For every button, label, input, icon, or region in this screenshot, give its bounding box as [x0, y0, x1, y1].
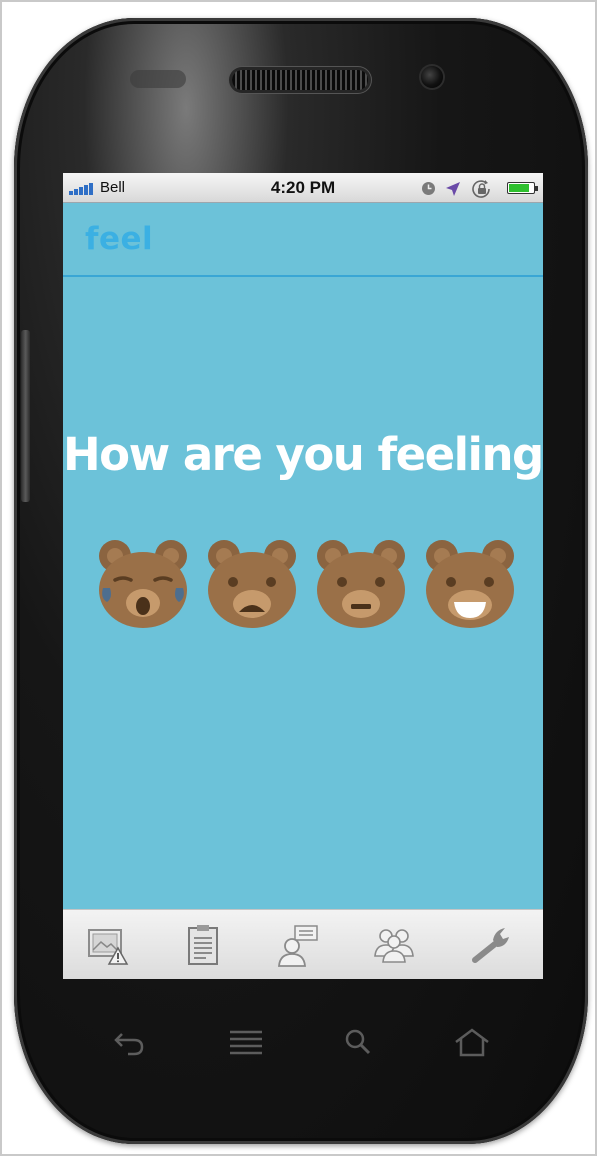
- happy-bear-icon[interactable]: [424, 538, 516, 630]
- location-arrow-icon: [445, 181, 461, 201]
- app-header: feel: [63, 203, 543, 277]
- neutral-bear-icon[interactable]: [315, 538, 407, 630]
- volume-button: [21, 330, 30, 502]
- menu-icon[interactable]: [226, 1024, 266, 1060]
- battery-icon: [507, 182, 538, 194]
- mood-question: How are you feeling?: [63, 428, 543, 481]
- earpiece-speaker: [232, 70, 368, 90]
- phone-screen: Bell 4:20 PM feel How are you feeling?: [63, 173, 543, 979]
- people-group-icon[interactable]: [371, 922, 417, 968]
- wrench-icon[interactable]: [469, 922, 515, 968]
- sad-bear-icon[interactable]: [206, 538, 298, 630]
- home-icon[interactable]: [452, 1024, 492, 1060]
- rotation-lock-icon: [471, 179, 493, 203]
- clipboard-icon[interactable]: [180, 922, 226, 968]
- search-icon[interactable]: [338, 1024, 378, 1060]
- mood-options: [63, 538, 543, 630]
- proximity-sensor: [130, 70, 186, 88]
- front-camera: [421, 66, 443, 88]
- back-icon[interactable]: [110, 1024, 150, 1060]
- app-title: feel: [85, 221, 154, 257]
- photo-warning-icon[interactable]: [85, 922, 131, 968]
- status-bar: Bell 4:20 PM: [63, 173, 543, 203]
- crying-bear-icon[interactable]: [97, 538, 189, 630]
- clock-icon: [421, 181, 436, 200]
- tab-bar: [63, 909, 543, 979]
- profile-messages-icon[interactable]: [275, 922, 321, 968]
